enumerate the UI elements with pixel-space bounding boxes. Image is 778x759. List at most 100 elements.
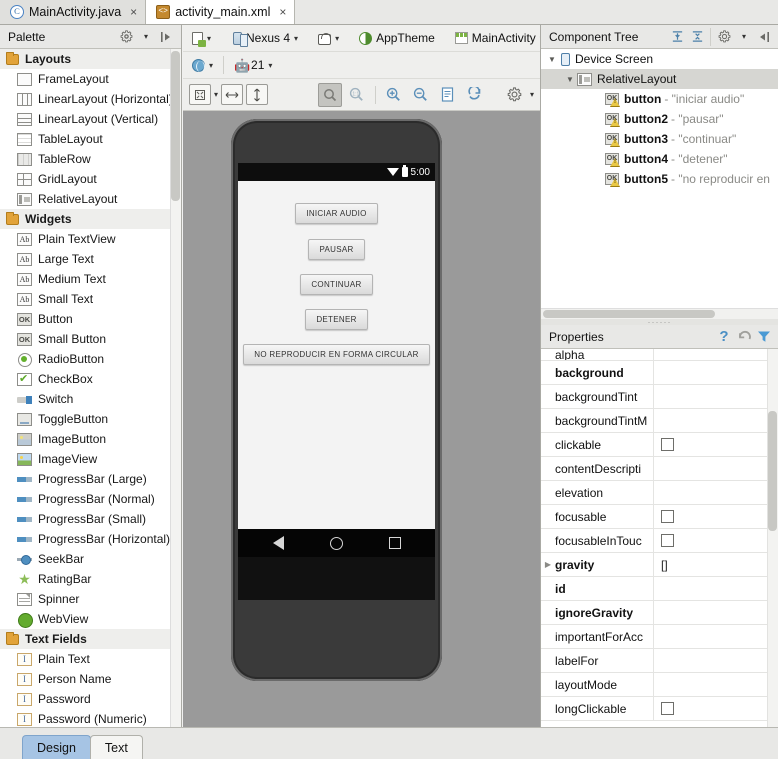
property-row-focusable[interactable]: focusable <box>541 505 778 529</box>
palette-item-togglebutton[interactable]: ToggleButton <box>0 409 181 429</box>
preview-button-no-reproducir-circular[interactable]: NO REPRODUCIR EN FORMA CIRCULAR <box>243 344 430 365</box>
property-value[interactable] <box>653 457 778 480</box>
property-value[interactable] <box>653 649 778 672</box>
property-value[interactable] <box>653 481 778 504</box>
locale-dropdown[interactable]: ▾ <box>187 55 218 76</box>
collapse-panel-icon[interactable] <box>754 28 774 46</box>
zoom-out-icon[interactable] <box>409 83 433 107</box>
palette-item-plain-text[interactable]: I Plain Text <box>0 649 181 669</box>
property-row-layoutmode[interactable]: layoutMode <box>541 673 778 697</box>
chevron-down-icon[interactable]: ▾ <box>214 90 218 99</box>
property-value[interactable] <box>653 697 778 720</box>
palette-item-plain-textview[interactable]: Ab Plain TextView <box>0 229 181 249</box>
palette-item-progressbar-horizontal[interactable]: ProgressBar (Horizontal) <box>0 529 181 549</box>
fit-width-icon[interactable] <box>221 84 244 105</box>
property-value[interactable] <box>653 529 778 552</box>
palette-item-gridlayout[interactable]: GridLayout <box>0 169 181 189</box>
palette-item-tablelayout[interactable]: TableLayout <box>0 129 181 149</box>
tab-text[interactable]: Text <box>89 735 143 759</box>
property-value[interactable] <box>653 409 778 432</box>
tree-node-button2[interactable]: OK button2 - "pausar" <box>541 109 778 129</box>
screenshot-icon[interactable] <box>436 83 460 107</box>
property-row-backgroundtint[interactable]: backgroundTint <box>541 385 778 409</box>
render-settings-icon[interactable] <box>503 83 527 107</box>
palette-item-linearlayout-vertical[interactable]: LinearLayout (Vertical) <box>0 109 181 129</box>
palette-item-switch[interactable]: Switch <box>0 389 181 409</box>
property-value[interactable] <box>653 349 778 360</box>
component-tree-hscrollbar-thumb[interactable] <box>543 310 715 318</box>
tree-node-button3[interactable]: OK button3 - "continuar" <box>541 129 778 149</box>
activity-dropdown[interactable]: MainActivity ▾ <box>450 28 549 49</box>
property-value[interactable] <box>653 385 778 408</box>
palette-item-medium-text[interactable]: Ab Medium Text <box>0 269 181 289</box>
property-checkbox[interactable] <box>661 702 674 715</box>
collapse-panel-icon[interactable] <box>156 28 176 46</box>
expand-all-icon[interactable] <box>667 28 687 46</box>
zoom-actual-size-icon[interactable]: 1:1 <box>345 83 369 107</box>
editor-tab-activity-main-xml[interactable]: <> activity_main.xml × <box>146 0 296 24</box>
gear-icon[interactable] <box>714 28 734 46</box>
property-value[interactable] <box>653 625 778 648</box>
select-tool-icon[interactable] <box>317 82 342 107</box>
property-checkbox[interactable] <box>661 534 674 547</box>
palette-item-small-button[interactable]: OK Small Button <box>0 329 181 349</box>
properties-scrollbar[interactable] <box>767 349 778 727</box>
property-row-labelfor[interactable]: labelFor <box>541 649 778 673</box>
property-row-ignoregravity[interactable]: ignoreGravity <box>541 601 778 625</box>
editor-tab-mainactivity-java[interactable]: C MainActivity.java × <box>0 0 147 24</box>
palette-item-small-text[interactable]: Ab Small Text <box>0 289 181 309</box>
tree-node-relativelayout[interactable]: ▼ RelativeLayout <box>541 69 778 89</box>
restore-default-icon[interactable] <box>734 328 754 346</box>
palette-item-large-text[interactable]: Ab Large Text <box>0 249 181 269</box>
property-row-alpha[interactable]: alpha <box>541 349 778 361</box>
property-value[interactable] <box>653 361 778 384</box>
orientation-dropdown[interactable]: ▾ <box>313 28 344 49</box>
palette-item-linearlayout-horizontal[interactable]: LinearLayout (Horizontal) <box>0 89 181 109</box>
gear-icon[interactable] <box>116 28 136 46</box>
property-row-importantforaccessibility[interactable]: importantForAcc <box>541 625 778 649</box>
palette-item-framelayout[interactable]: FrameLayout <box>0 69 181 89</box>
help-icon[interactable]: ? <box>714 328 734 346</box>
property-value[interactable] <box>653 673 778 696</box>
close-tab-icon[interactable]: × <box>279 5 286 19</box>
property-row-gravity[interactable]: ▶ gravity [] <box>541 553 778 577</box>
chevron-down-icon[interactable]: ▾ <box>530 90 534 99</box>
app-screen-relativelayout[interactable]: INICIAR AUDIO PAUSAR CONTINUAR DETENER N… <box>238 181 435 529</box>
chevron-down-icon[interactable]: ▾ <box>136 28 156 46</box>
palette-item-list[interactable]: Layouts FrameLayout LinearLayout (Horizo… <box>0 49 181 727</box>
component-tree[interactable]: ▼ Device Screen ▼ RelativeLayout OK butt… <box>541 49 778 319</box>
palette-item-ratingbar[interactable]: ★ RatingBar <box>0 569 181 589</box>
device-screen[interactable]: 5:00 INICIAR AUDIO PAUSAR CONTINUAR DETE… <box>238 163 435 600</box>
tab-design[interactable]: Design <box>22 735 91 759</box>
refresh-render-icon[interactable] <box>463 83 487 107</box>
palette-item-tablerow[interactable]: TableRow <box>0 149 181 169</box>
property-row-longclickable[interactable]: longClickable <box>541 697 778 721</box>
preview-button-detener[interactable]: DETENER <box>305 309 368 330</box>
component-tree-hscrollbar[interactable] <box>541 308 778 319</box>
properties-scrollbar-thumb[interactable] <box>768 411 777 531</box>
property-value[interactable] <box>653 433 778 456</box>
palette-item-progressbar-small[interactable]: ProgressBar (Small) <box>0 509 181 529</box>
filter-icon[interactable] <box>754 328 774 346</box>
preview-button-iniciar-audio[interactable]: INICIAR AUDIO <box>295 203 378 224</box>
nav-recents-icon[interactable] <box>388 537 401 549</box>
property-value[interactable] <box>653 505 778 528</box>
design-canvas[interactable]: 5:00 INICIAR AUDIO PAUSAR CONTINUAR DETE… <box>183 111 540 727</box>
palette-item-button[interactable]: OK Button <box>0 309 181 329</box>
close-tab-icon[interactable]: × <box>130 5 137 19</box>
nav-home-icon[interactable] <box>329 536 343 550</box>
tree-node-button5[interactable]: OK button5 - "no reproducir en <box>541 169 778 189</box>
palette-item-radiobutton[interactable]: RadioButton <box>0 349 181 369</box>
property-row-background[interactable]: background <box>541 361 778 385</box>
palette-item-imagebutton[interactable]: ImageButton <box>0 429 181 449</box>
preview-button-continuar[interactable]: CONTINUAR <box>300 274 373 295</box>
collapse-all-icon[interactable] <box>687 28 707 46</box>
property-value[interactable]: [] <box>653 553 778 576</box>
property-row-id[interactable]: id <box>541 577 778 601</box>
property-row-focusableintouchmode[interactable]: focusableInTouc <box>541 529 778 553</box>
device-dropdown[interactable]: Nexus 4 ▾ <box>226 28 303 49</box>
property-row-clickable[interactable]: clickable <box>541 433 778 457</box>
nav-back-icon[interactable] <box>272 536 284 550</box>
device-config-dropdown[interactable]: ▾ <box>187 28 216 49</box>
palette-group-text-fields[interactable]: Text Fields <box>0 629 181 649</box>
